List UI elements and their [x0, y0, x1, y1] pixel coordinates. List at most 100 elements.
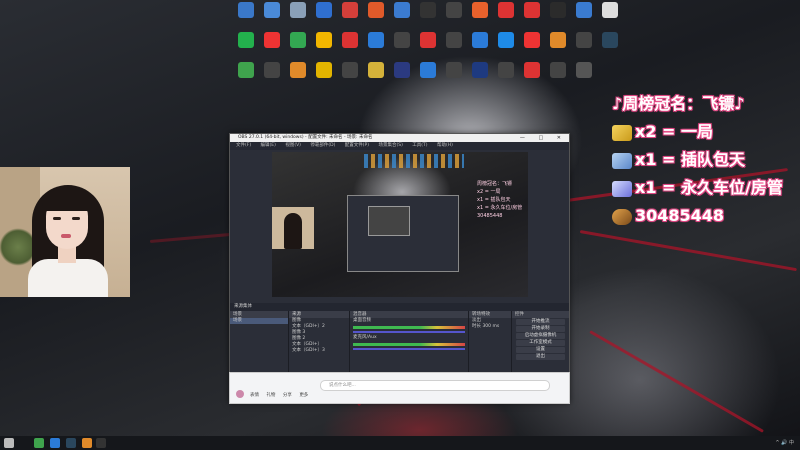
settings-button[interactable]: 设置	[516, 347, 565, 353]
preview-overlay-line: x2 = 一局	[477, 189, 501, 195]
start-icon[interactable]	[4, 438, 14, 448]
app-icon	[524, 32, 540, 48]
desktop-icon[interactable]	[466, 62, 494, 79]
source-item[interactable]: 文本（GDI+）3	[289, 348, 349, 354]
app-icon	[394, 62, 410, 78]
avatar[interactable]	[236, 390, 244, 398]
overlay-line: x2 = 一局	[612, 120, 800, 144]
desktop-icon[interactable]	[414, 62, 442, 79]
desktop-icon[interactable]	[570, 32, 598, 49]
menu-help[interactable]: 帮助(H)	[437, 143, 453, 148]
window-buttons[interactable]: — □ ✕	[520, 134, 567, 142]
gift-button[interactable]: 礼物	[266, 393, 275, 398]
desktop-icon[interactable]	[570, 62, 598, 79]
webcam-lips	[61, 234, 71, 238]
desktop-icon[interactable]	[570, 2, 598, 19]
app-icon[interactable]	[34, 438, 44, 448]
start-recording-button[interactable]: 开始录制	[516, 326, 565, 332]
overlay-line-text: x1 = 永久车位/房管	[635, 178, 783, 197]
desktop-icon[interactable]	[258, 2, 286, 19]
obs-icon[interactable]	[96, 438, 106, 448]
app-icon[interactable]	[82, 438, 92, 448]
webcam-eye	[53, 217, 61, 220]
desktop-icon[interactable]	[518, 32, 546, 49]
menu-view[interactable]: 视图(V)	[285, 143, 301, 148]
app-icon	[550, 62, 566, 78]
webcam-feed	[0, 167, 130, 297]
menu-tools[interactable]: 工具(T)	[412, 143, 427, 148]
app-icon[interactable]	[50, 438, 60, 448]
desktop-icon[interactable]	[310, 2, 338, 19]
desktop-icon[interactable]	[388, 32, 416, 49]
obs-preview[interactable]: 周榜冠名：飞镖 x2 = 一局 x1 = 插队包天 x1 = 永久车位/房管 3…	[272, 152, 528, 297]
desktop-icon[interactable]	[336, 62, 364, 79]
start-streaming-button[interactable]: 开始推流	[516, 319, 565, 325]
desktop-icon[interactable]	[466, 32, 494, 49]
virtual-camera-button[interactable]: 启动虚拟摄像机	[516, 333, 565, 339]
app-icon	[420, 32, 436, 48]
desktop-icon[interactable]	[258, 32, 286, 49]
desktop-icon[interactable]	[232, 2, 260, 19]
desktop-icon[interactable]	[492, 62, 520, 79]
desktop-icon[interactable]	[440, 2, 468, 19]
exit-button[interactable]: 退出	[516, 354, 565, 360]
mixer-dock: 混音器 桌面音频 麦克风/Aux	[350, 311, 469, 381]
desktop-icon[interactable]	[544, 32, 572, 49]
desktop-icon[interactable]	[336, 2, 364, 19]
desktop-icon[interactable]	[596, 2, 624, 19]
desktop-icon[interactable]	[310, 62, 338, 79]
desktop-icon[interactable]	[388, 2, 416, 19]
obs-window[interactable]: OBS 27.0.1 (64-bit, windows) - 配置文件: 未命名…	[229, 133, 570, 403]
desktop-icon[interactable]	[284, 2, 312, 19]
desktop-icon[interactable]	[544, 2, 572, 19]
volume-slider[interactable]	[353, 348, 465, 350]
desktop-icon[interactable]	[518, 2, 546, 19]
desktop-icon[interactable]	[232, 62, 260, 79]
menu-docks[interactable]: 停靠部件(D)	[310, 143, 335, 148]
desktop-icon[interactable]	[414, 32, 442, 49]
desktop-icon[interactable]	[284, 32, 312, 49]
duration-value: 300 ms	[482, 324, 500, 329]
obs-title: OBS 27.0.1 (64-bit, windows) - 配置文件: 未命名…	[238, 135, 373, 140]
more-button[interactable]: 更多	[299, 393, 308, 398]
preview-overlay-line: 周榜冠名：飞镖	[477, 181, 513, 187]
chat-input[interactable]: 说点什么吧...	[320, 380, 550, 391]
desktop-icon[interactable]	[466, 2, 494, 19]
desktop-icon[interactable]	[388, 62, 416, 79]
desktop-icon[interactable]	[440, 32, 468, 49]
desktop-icon[interactable]	[284, 62, 312, 79]
desktop-icon[interactable]	[362, 2, 390, 19]
desktop-icon[interactable]	[414, 2, 442, 19]
system-tray[interactable]: ^ 🔊 中	[775, 436, 794, 450]
menu-scene-collection[interactable]: 场景集合(S)	[378, 143, 402, 148]
emoji-button[interactable]: 表情	[250, 393, 259, 398]
menu-profile[interactable]: 配置文件(P)	[345, 143, 369, 148]
desktop-icon[interactable]	[310, 32, 338, 49]
transition-duration[interactable]: 时长 300 ms	[469, 324, 511, 330]
studio-mode-button[interactable]: 工作室模式	[516, 340, 565, 346]
desktop-icon[interactable]	[440, 62, 468, 79]
scene-item[interactable]: 场景	[230, 318, 288, 324]
steam-icon[interactable]	[66, 438, 76, 448]
desktop-icon[interactable]	[232, 32, 260, 49]
desktop-icon[interactable]	[362, 32, 390, 49]
app-icon	[472, 32, 488, 48]
desktop-icon[interactable]	[492, 32, 520, 49]
desktop-icon[interactable]	[596, 32, 624, 49]
app-icon	[550, 2, 566, 18]
app-icon	[368, 2, 384, 18]
overlay-line-text: x1 = 插队包天	[635, 150, 746, 169]
desktop-icon[interactable]	[492, 2, 520, 19]
menu-file[interactable]: 文件(F)	[236, 143, 251, 148]
menu-edit[interactable]: 编辑(E)	[261, 143, 276, 148]
volume-slider[interactable]	[353, 331, 465, 333]
overlay-line-text: x2 = 一局	[635, 122, 714, 141]
desktop-icon[interactable]	[544, 62, 572, 79]
desktop-icon[interactable]	[518, 62, 546, 79]
obs-titlebar[interactable]: OBS 27.0.1 (64-bit, windows) - 配置文件: 未命名…	[230, 134, 569, 142]
share-button[interactable]: 分享	[283, 393, 292, 398]
desktop-icon[interactable]	[362, 62, 390, 79]
wallpaper-streak	[579, 230, 797, 272]
desktop-icon[interactable]	[336, 32, 364, 49]
desktop-icon[interactable]	[258, 62, 286, 79]
